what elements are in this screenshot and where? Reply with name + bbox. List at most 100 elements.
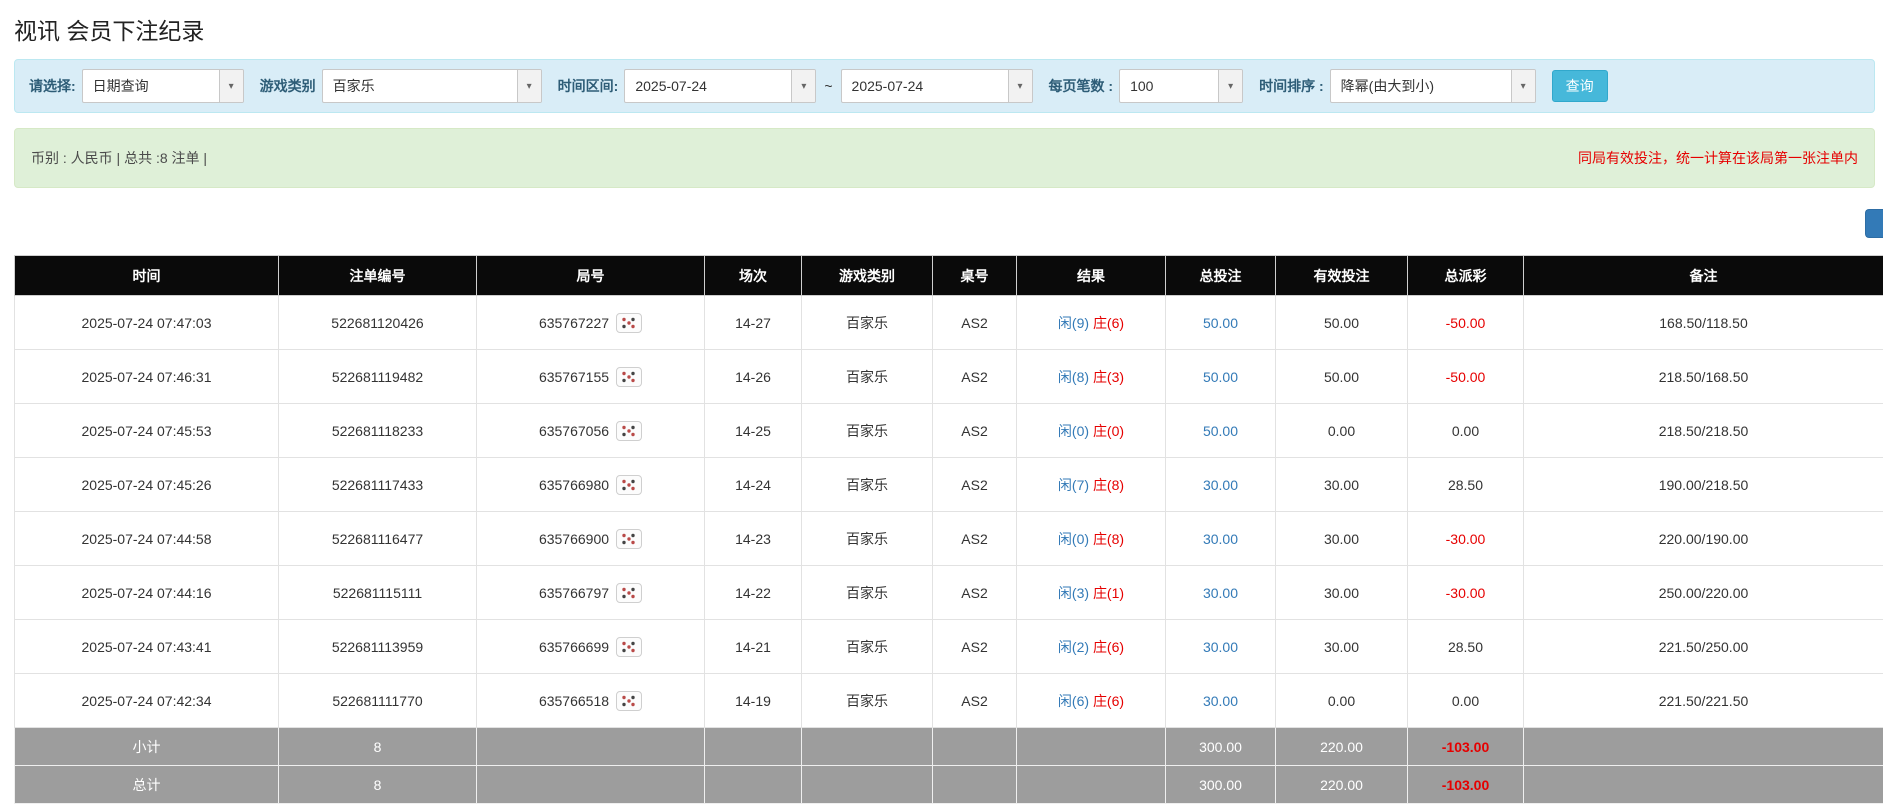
table-header-row: 时间注单编号局号场次游戏类别桌号结果总投注有效投注总派彩备注: [15, 256, 1883, 296]
game-type-cell: 百家乐: [802, 350, 933, 404]
total-bet-link[interactable]: 30.00: [1203, 531, 1238, 547]
payout-cell: 0.00: [1408, 674, 1524, 728]
bet-id-cell: 522681115111: [279, 566, 477, 620]
total-bet-link[interactable]: 30.00: [1203, 639, 1238, 655]
footer-payout-value: -103.00: [1442, 777, 1489, 793]
bet-id-cell: 522681118233: [279, 404, 477, 458]
session-cell: 14-23: [705, 512, 802, 566]
game-result-icon[interactable]: [616, 475, 642, 495]
payout-value: 0.00: [1452, 693, 1479, 709]
game-result-icon[interactable]: [616, 421, 642, 441]
total-bet-link[interactable]: 30.00: [1203, 477, 1238, 493]
subtotal-row: 小计8300.00220.00-103.00: [15, 728, 1883, 766]
session-cell: 14-19: [705, 674, 802, 728]
page-title: 视讯 会员下注纪录: [0, 0, 1883, 55]
round-cell: 635767227: [477, 296, 705, 350]
result-cell: 闲(0) 庄(0): [1017, 404, 1166, 458]
query-type-label: 请选择:: [29, 76, 76, 96]
bet-id-cell: 522681119482: [279, 350, 477, 404]
footer-empty-cell: [802, 728, 933, 766]
total-bet-link[interactable]: 50.00: [1203, 423, 1238, 439]
table-no-cell: AS2: [933, 620, 1017, 674]
chevron-down-icon[interactable]: ▾: [1008, 70, 1032, 102]
total-bet-link[interactable]: 30.00: [1203, 693, 1238, 709]
session-cell: 14-25: [705, 404, 802, 458]
total-bet-cell: 30.00: [1166, 512, 1276, 566]
note-cell: 250.00/220.00: [1524, 566, 1883, 620]
query-type-value: 日期查询: [83, 70, 219, 102]
total-bet-cell: 30.00: [1166, 620, 1276, 674]
round-id: 635766797: [539, 585, 609, 601]
query-type-select[interactable]: 日期查询 ▾: [82, 69, 244, 103]
sort-order-select[interactable]: 降幂(由大到小) ▾: [1330, 69, 1536, 103]
date-to-input[interactable]: 2025-07-24 ▾: [841, 69, 1033, 103]
game-type-cell: 百家乐: [802, 296, 933, 350]
payout-cell: -50.00: [1408, 350, 1524, 404]
player-result: 闲(3): [1058, 585, 1089, 601]
note-cell: 218.50/218.50: [1524, 404, 1883, 458]
game-result-icon[interactable]: [616, 637, 642, 657]
note-cell: 221.50/221.50: [1524, 674, 1883, 728]
footer-empty-cell: [1017, 728, 1166, 766]
footer-empty-cell: [705, 766, 802, 804]
bet-id-cell: 522681116477: [279, 512, 477, 566]
column-header: 游戏类别: [802, 256, 933, 296]
column-header: 注单编号: [279, 256, 477, 296]
table-no-cell: AS2: [933, 296, 1017, 350]
side-action-button[interactable]: [1865, 209, 1883, 238]
game-type-label: 游戏类别: [260, 76, 316, 96]
total-bet-cell: 30.00: [1166, 458, 1276, 512]
footer-empty-cell: [933, 766, 1017, 804]
total-bet-link[interactable]: 50.00: [1203, 369, 1238, 385]
banker-result: 庄(0): [1093, 423, 1124, 439]
time-cell: 2025-07-24 07:45:26: [15, 458, 279, 512]
valid-bet-cell: 30.00: [1276, 566, 1408, 620]
payout-value: 28.50: [1448, 639, 1483, 655]
game-result-icon[interactable]: [616, 529, 642, 549]
player-result: 闲(8): [1058, 369, 1089, 385]
chevron-down-icon[interactable]: ▾: [1511, 70, 1535, 102]
table-row: 2025-07-24 07:44:16522681115111635766797…: [15, 566, 1883, 620]
valid-bet-notice: 同局有效投注，统一计算在该局第一张注单内: [1578, 148, 1858, 168]
note-cell: 218.50/168.50: [1524, 350, 1883, 404]
table-no-cell: AS2: [933, 404, 1017, 458]
column-header: 有效投注: [1276, 256, 1408, 296]
total-bet-link[interactable]: 30.00: [1203, 585, 1238, 601]
game-result-icon[interactable]: [616, 583, 642, 603]
table-no-cell: AS2: [933, 674, 1017, 728]
banker-result: 庄(6): [1093, 693, 1124, 709]
footer-empty-cell: [1017, 766, 1166, 804]
game-result-icon[interactable]: [616, 691, 642, 711]
bet-id-cell: 522681117433: [279, 458, 477, 512]
footer-count-cell: 8: [279, 766, 477, 804]
chevron-down-icon[interactable]: ▾: [1218, 70, 1242, 102]
player-result: 闲(6): [1058, 693, 1089, 709]
bet-id-cell: 522681120426: [279, 296, 477, 350]
footer-count-cell: 8: [279, 728, 477, 766]
footer-label-cell: 小计: [15, 728, 279, 766]
total-bet-link[interactable]: 50.00: [1203, 315, 1238, 331]
page-size-select[interactable]: 100 ▾: [1119, 69, 1243, 103]
round-id: 635767155: [539, 369, 609, 385]
note-cell: 190.00/218.50: [1524, 458, 1883, 512]
payout-cell: 28.50: [1408, 458, 1524, 512]
chevron-down-icon[interactable]: ▾: [517, 70, 541, 102]
table-row: 2025-07-24 07:43:41522681113959635766699…: [15, 620, 1883, 674]
chevron-down-icon[interactable]: ▾: [791, 70, 815, 102]
bet-id-cell: 522681111770: [279, 674, 477, 728]
footer-empty-cell: [705, 728, 802, 766]
table-row: 2025-07-24 07:46:31522681119482635767155…: [15, 350, 1883, 404]
player-result: 闲(0): [1058, 531, 1089, 547]
time-cell: 2025-07-24 07:45:53: [15, 404, 279, 458]
game-result-icon[interactable]: [616, 367, 642, 387]
game-type-select[interactable]: 百家乐 ▾: [322, 69, 542, 103]
chevron-down-icon[interactable]: ▾: [219, 70, 243, 102]
round-id: 635766518: [539, 693, 609, 709]
session-cell: 14-26: [705, 350, 802, 404]
game-result-icon[interactable]: [616, 313, 642, 333]
page-size-value: 100: [1120, 70, 1218, 102]
result-cell: 闲(8) 庄(3): [1017, 350, 1166, 404]
table-row: 2025-07-24 07:42:34522681111770635766518…: [15, 674, 1883, 728]
date-from-input[interactable]: 2025-07-24 ▾: [624, 69, 816, 103]
search-button[interactable]: 查询: [1552, 70, 1608, 102]
